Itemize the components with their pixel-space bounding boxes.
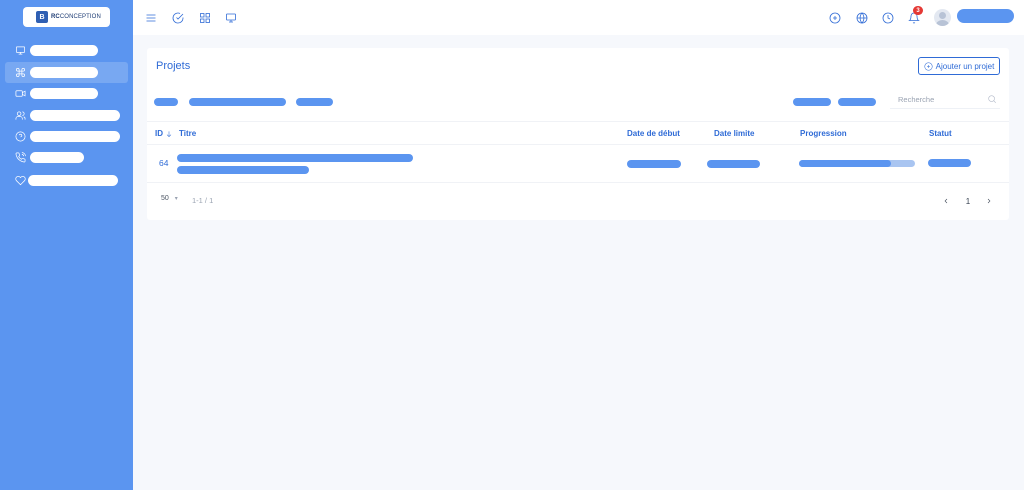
pagination-range: 1-1 / 1 (192, 196, 214, 205)
command-icon (14, 67, 26, 79)
filter-chip[interactable] (154, 98, 178, 106)
sidebar-item-label (30, 67, 98, 78)
column-start-date[interactable]: Date de début (627, 129, 680, 138)
next-page-button[interactable] (983, 194, 995, 208)
search-box (890, 91, 1000, 109)
notification-badge: 3 (913, 6, 923, 15)
logo-text: RCCONCEPTION (51, 14, 101, 20)
previous-page-button[interactable] (940, 194, 952, 208)
phone-call-icon (14, 152, 26, 164)
filter-chip[interactable] (189, 98, 286, 106)
sidebar-item-calls[interactable] (5, 147, 128, 168)
help-circle-icon (14, 131, 26, 143)
toolbar-chip[interactable] (838, 98, 876, 106)
project-title[interactable] (177, 154, 413, 162)
sidebar: B RCCONCEPTION (0, 0, 133, 490)
project-subtitle (177, 166, 309, 174)
start-date (627, 160, 681, 168)
sidebar-item-label (30, 131, 120, 142)
add-project-label: Ajouter un projet (935, 61, 995, 71)
column-progress[interactable]: Progression (800, 129, 847, 138)
plus-circle-icon (924, 61, 933, 71)
project-id[interactable]: 64 (159, 158, 168, 168)
search-input[interactable] (890, 91, 980, 107)
table-footer: 50 ▾ 1-1 / 1 1 (147, 191, 1009, 211)
projects-card: Projets Ajouter un projet ID Titre Date … (147, 48, 1009, 220)
clock-icon[interactable] (881, 11, 894, 24)
sidebar-item-help[interactable] (5, 126, 128, 147)
column-id[interactable]: ID (155, 129, 173, 138)
arrow-down-icon (166, 130, 172, 137)
search-icon[interactable] (987, 94, 997, 104)
column-deadline[interactable]: Date limite (714, 129, 754, 138)
deadline (707, 160, 760, 168)
per-page-select[interactable]: 50 ▾ (161, 195, 178, 202)
sidebar-item-users[interactable] (5, 105, 128, 126)
plus-circle-icon[interactable] (828, 11, 841, 24)
sidebar-item-label (30, 110, 120, 121)
globe-icon[interactable] (855, 11, 868, 24)
filter-chip[interactable] (296, 98, 333, 106)
column-title[interactable]: Titre (179, 129, 196, 138)
sidebar-item-label (30, 45, 98, 56)
menu-icon[interactable] (144, 11, 157, 24)
sidebar-item-dashboard[interactable] (5, 40, 128, 61)
status-badge (928, 159, 971, 167)
chevron-right-icon (987, 198, 991, 204)
progress-fill (799, 160, 891, 167)
toolbar-chip[interactable] (793, 98, 831, 106)
table-header: ID Titre Date de début Date limite Progr… (147, 121, 1009, 145)
logo-name: CONCEPTION (59, 14, 101, 20)
logo-mark-icon: B (36, 11, 48, 23)
chevron-down-icon: ▾ (174, 196, 178, 202)
grid-icon[interactable] (198, 11, 211, 24)
avatar[interactable] (934, 9, 951, 26)
per-page-value: 50 (161, 195, 169, 202)
sidebar-item-favorites[interactable] (5, 170, 128, 191)
users-icon (14, 110, 26, 122)
monitor-icon (14, 45, 26, 57)
check-circle-icon[interactable] (171, 11, 184, 24)
video-icon (14, 88, 26, 100)
add-project-button[interactable]: Ajouter un projet (918, 57, 1000, 75)
app-logo[interactable]: B RCCONCEPTION (23, 7, 110, 27)
user-menu[interactable] (957, 9, 1014, 23)
monitor-icon[interactable] (224, 11, 237, 24)
page-number[interactable]: 1 (962, 194, 974, 208)
heart-icon (14, 175, 26, 187)
page-title: Projets (156, 60, 191, 72)
sidebar-item-label (28, 175, 118, 186)
column-id-label: ID (155, 129, 163, 138)
column-status[interactable]: Statut (929, 129, 952, 138)
sidebar-item-label (30, 152, 84, 163)
sidebar-item-label (30, 88, 98, 99)
logo-brand: RC (51, 14, 60, 20)
progress-bar (799, 160, 915, 167)
chevron-left-icon (944, 198, 948, 204)
table-row[interactable]: 64 (147, 145, 1009, 183)
sidebar-item-projects[interactable] (5, 62, 128, 83)
sidebar-item-video[interactable] (5, 83, 128, 104)
